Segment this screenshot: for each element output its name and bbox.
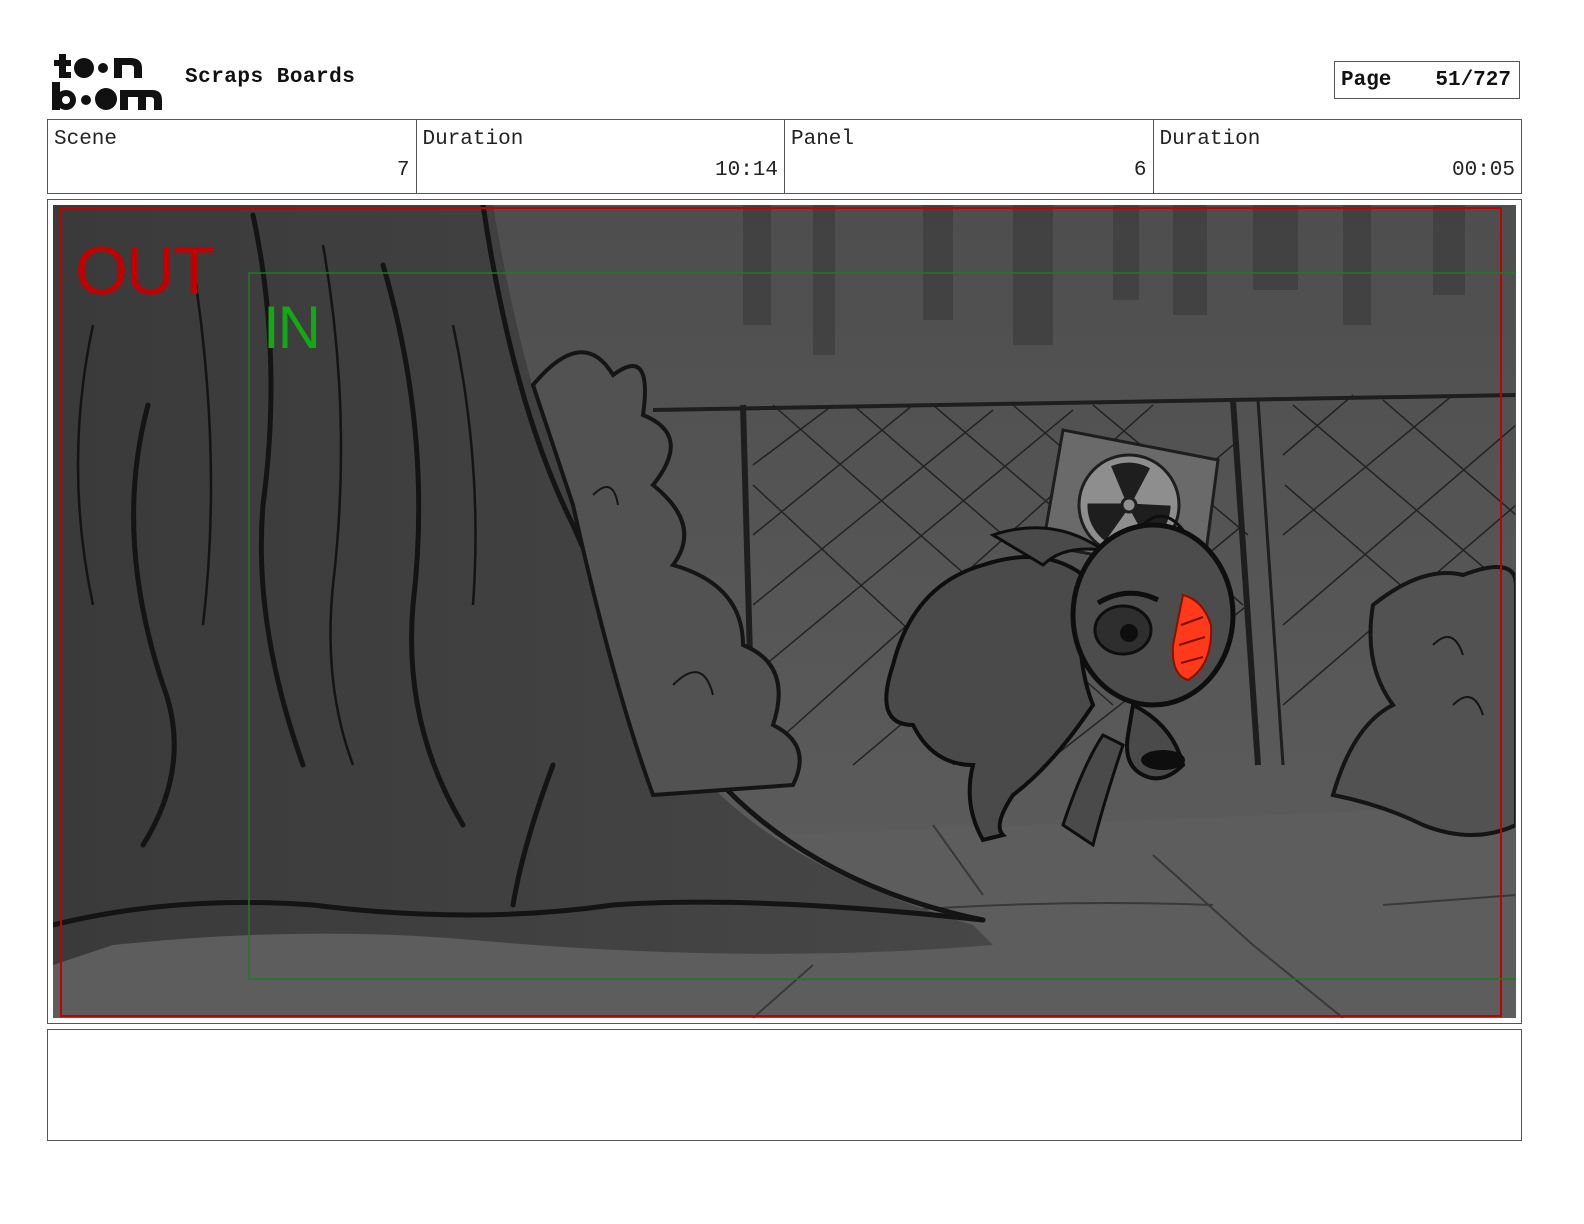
toonboom-logo-mark: [52, 54, 162, 110]
storyboard-panel-image[interactable]: OUT IN: [53, 205, 1516, 1018]
page-indicator: Page 51/727: [1334, 61, 1520, 99]
scene-value: 7: [396, 159, 410, 182]
page-label: Page: [1341, 68, 1392, 92]
scene-duration-cell: Duration 10:14: [417, 120, 785, 193]
panel-value: 6: [1133, 159, 1147, 182]
panel-notes-box[interactable]: [47, 1029, 1522, 1141]
in-frame-label: IN: [263, 294, 321, 361]
toonboom-logo: [50, 48, 170, 114]
scene-duration-value: 10:14: [714, 159, 778, 182]
scene-cell: Scene 7: [48, 120, 417, 193]
panel-label: Panel: [791, 128, 855, 151]
page-number: 51/727: [1435, 68, 1511, 92]
scene-duration-label: Duration: [422, 128, 524, 151]
panel-duration-cell: Duration 00:05: [1154, 120, 1522, 193]
panel-duration-value: 00:05: [1451, 159, 1515, 182]
out-frame-label: OUT: [75, 233, 215, 309]
panel-duration-label: Duration: [1159, 128, 1261, 151]
app-title: Scraps Boards: [185, 66, 356, 89]
panel-cell: Panel 6: [785, 120, 1154, 193]
panel-info-table: Scene 7 Duration 10:14 Panel 6 Duration …: [47, 119, 1522, 194]
storyboard-panel-frame: OUT IN: [47, 199, 1522, 1024]
scene-label: Scene: [54, 128, 118, 151]
